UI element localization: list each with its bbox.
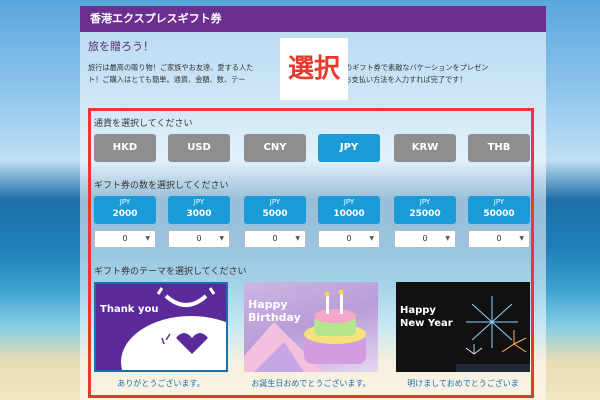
theme-new-year[interactable]: Happy New Year [396,282,530,372]
denom-currency: JPY [269,198,281,206]
denomination-3000[interactable]: JPY 3000 [168,196,230,224]
denom-amount: 50000 [483,209,515,219]
intro-line-1b: プレスのギフト券で素敵なバケーションをプレゼン [323,63,489,72]
denom-currency: JPY [193,198,205,206]
theme-birthday[interactable]: Happy Birthday [244,282,378,372]
denom-currency: JPY [419,198,431,206]
select-stamp: 選択 [280,38,348,100]
quantity-select-2000[interactable]: 0 ▼ [94,230,156,248]
denomination-10000[interactable]: JPY 10000 [318,196,380,224]
denomination-2000[interactable]: JPY 2000 [94,196,156,224]
currency-usd-button[interactable]: USD [168,134,230,162]
currency-hkd-button[interactable]: HKD [94,134,156,162]
chevron-down-icon: ▼ [219,235,224,242]
denom-amount: 25000 [409,209,441,219]
birthday-text-line-2: Birthday [248,311,301,324]
denomination-5000[interactable]: JPY 5000 [244,196,306,224]
quantity-value: 0 [496,234,502,243]
new-year-text: Happy New Year [400,304,453,330]
denom-amount: 5000 [262,209,288,219]
denom-amount: 10000 [333,209,365,219]
theme-caption-thank-you: ありがとうございます。 [117,379,205,388]
quantity-select-25000[interactable]: 0 ▼ [394,230,456,248]
denomination-50000[interactable]: JPY 50000 [468,196,530,224]
theme-thank-you[interactable]: Thank you [94,282,228,372]
chevron-down-icon: ▼ [519,235,524,242]
quantity-select-5000[interactable]: 0 ▼ [244,230,306,248]
currency-jpy-button[interactable]: JPY [318,134,380,162]
quantity-value: 0 [346,234,352,243]
denom-amount: 2000 [112,209,138,219]
denom-currency: JPY [343,198,355,206]
thank-you-text: Thank you [100,304,159,315]
intro-line-2: ト！ご購入はとても簡単。通貨、金額、数、テー [88,75,246,84]
thank-you-illustration [121,287,226,370]
chevron-down-icon: ▼ [369,235,374,242]
quantity-value: 0 [122,234,128,243]
chevron-down-icon: ▼ [295,235,300,242]
page-header: 香港エクスプレスギフト券 [80,6,546,32]
theme-caption-birthday: お誕生日おめでとうございます。 [251,379,371,388]
new-year-text-line-1: Happy [400,305,436,316]
quantity-value: 0 [272,234,278,243]
denomination-25000[interactable]: JPY 25000 [394,196,456,224]
birthday-text: Happy Birthday [248,298,301,324]
new-year-text-line-2: New Year [400,318,453,329]
birthday-text-line-1: Happy [248,298,288,311]
quantity-value: 0 [422,234,428,243]
quantity-select-50000[interactable]: 0 ▼ [468,230,530,248]
quantity-value: 0 [196,234,202,243]
theme-label: ギフト券のテーマを選択してください [94,267,247,277]
quantity-select-10000[interactable]: 0 ▼ [318,230,380,248]
quantity-select-3000[interactable]: 0 ▼ [168,230,230,248]
denom-currency: JPY [493,198,505,206]
currency-krw-button[interactable]: KRW [394,134,456,162]
denom-amount: 3000 [186,209,212,219]
intro-line-1: 旅行は最高の贈り物！ご家族やお友達、愛する人た [88,63,254,72]
currency-thb-button[interactable]: THB [468,134,530,162]
currency-cny-button[interactable]: CNY [244,134,306,162]
currency-label: 通貨を選択してください [94,119,193,129]
theme-caption-new-year: 明けましておめでとうございま [407,379,519,388]
chevron-down-icon: ▼ [145,235,150,242]
intro-title: 旅を贈ろう！ [88,40,154,53]
birthday-cake-illustration [244,289,366,372]
chevron-down-icon: ▼ [445,235,450,242]
denom-currency: JPY [119,198,131,206]
denomination-label: ギフト券の数を選択してください [94,181,229,191]
